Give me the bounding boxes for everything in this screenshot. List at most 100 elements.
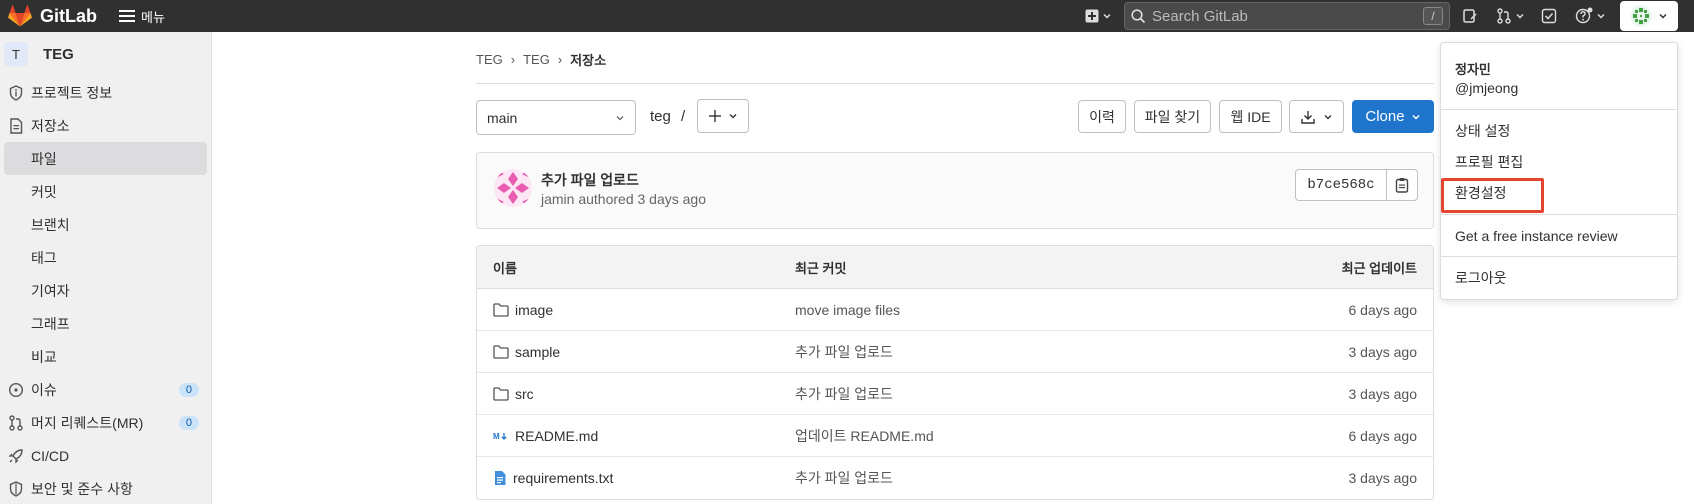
help-nav-button[interactable] <box>1575 7 1606 25</box>
todo-check-icon <box>1541 8 1557 24</box>
issues-icon <box>1463 9 1477 23</box>
last-commit-cell[interactable]: 추가 파일 업로드 <box>795 468 1245 488</box>
clone-button[interactable]: Clone <box>1352 100 1434 133</box>
sidebar-item-label: 이슈 <box>31 381 57 398</box>
user-display-name[interactable]: 정자민 <box>1455 59 1491 78</box>
clone-label: Clone <box>1365 108 1405 125</box>
repo-path-separator: / <box>681 108 686 125</box>
todos-nav-button[interactable] <box>1541 8 1557 24</box>
project-header[interactable]: T TEG <box>0 32 211 76</box>
sidebar-subitem-contributors[interactable]: 기여자 <box>0 274 211 307</box>
breadcrumb-separator-icon: › <box>510 52 516 67</box>
folder-icon <box>493 386 509 401</box>
commit-sha[interactable]: b7ce568c <box>1295 169 1387 201</box>
user-username[interactable]: @jmjeong <box>1455 80 1518 96</box>
merge-request-icon <box>8 414 24 431</box>
user-avatar-button[interactable] <box>1620 1 1678 31</box>
search-input[interactable] <box>1152 7 1423 25</box>
issues-count-badge: 0 <box>178 382 199 397</box>
breadcrumb-item[interactable]: TEG <box>476 52 503 67</box>
commit-author-avatar[interactable] <box>494 169 532 207</box>
merge-request-icon <box>1497 8 1511 24</box>
file-name-link[interactable]: requirements.txt <box>513 470 613 486</box>
add-to-tree-button[interactable] <box>697 99 749 133</box>
sidebar-item-label: 보안 및 준수 사항 <box>31 480 133 497</box>
dropdown-divider <box>1441 256 1677 257</box>
last-update-cell: 3 days ago <box>1348 470 1418 486</box>
issues-nav-button[interactable] <box>1462 8 1478 24</box>
sidebar-item-cicd[interactable]: CI/CD <box>0 439 211 472</box>
sidebar-item-label: 머지 리퀘스트(MR) <box>31 414 144 431</box>
table-row[interactable]: sample 추가 파일 업로드 3 days ago <box>477 331 1433 373</box>
last-commit-cell[interactable]: 추가 파일 업로드 <box>795 342 1245 362</box>
sidebar-item-label: 저장소 <box>31 117 70 134</box>
merge-requests-nav-button[interactable] <box>1496 8 1525 24</box>
file-name-link[interactable]: README.md <box>515 428 598 444</box>
search-box[interactable]: / <box>1124 2 1450 30</box>
copy-sha-button[interactable] <box>1386 169 1418 201</box>
sidebar-subitem-graph[interactable]: 그래프 <box>0 307 211 340</box>
breadcrumb-current[interactable]: 저장소 <box>570 50 606 69</box>
mr-count-badge: 0 <box>178 415 199 430</box>
last-commit-cell[interactable]: 추가 파일 업로드 <box>795 384 1245 404</box>
menu-label: 메뉴 <box>141 9 165 25</box>
last-commit-cell[interactable]: 업데이트 README.md <box>795 426 1245 446</box>
chevron-down-icon <box>729 114 737 119</box>
repo-path: teg / <box>650 108 685 125</box>
branch-name: main <box>487 109 518 126</box>
table-row[interactable]: M README.md 업데이트 README.md 6 days ago <box>477 415 1433 457</box>
sidebar-subitem-compare[interactable]: 비교 <box>0 340 211 373</box>
user-avatar-icon <box>1630 5 1652 27</box>
download-button[interactable] <box>1289 100 1344 133</box>
plus-icon <box>709 110 721 122</box>
find-file-button[interactable]: 파일 찾기 <box>1134 100 1211 133</box>
sidebar-item-issues[interactable]: 이슈 0 <box>0 373 211 406</box>
commit-title[interactable]: 추가 파일 업로드 <box>541 170 639 190</box>
table-header: 이름 최근 커밋 최근 업데이트 <box>477 246 1433 289</box>
menu-item-edit-profile[interactable]: 프로필 편집 <box>1455 152 1523 172</box>
file-name-link[interactable]: sample <box>515 344 560 360</box>
history-button[interactable]: 이력 <box>1078 100 1126 133</box>
menu-item-free-instance-review[interactable]: Get a free instance review <box>1455 228 1618 244</box>
folder-icon <box>493 302 509 317</box>
sidebar-item-merge-requests[interactable]: 머지 리퀘스트(MR) 0 <box>0 406 211 439</box>
file-name-link[interactable]: src <box>515 386 534 402</box>
col-header-name: 이름 <box>493 260 517 276</box>
sidebar-item-security[interactable]: 보안 및 준수 사항 <box>0 472 211 504</box>
repo-path-name[interactable]: teg <box>650 108 671 125</box>
create-new-button[interactable] <box>1085 9 1112 23</box>
sidebar-subitem-files[interactable]: 파일 <box>4 142 207 175</box>
file-name-link[interactable]: image <box>515 302 553 318</box>
branch-selector[interactable]: main <box>476 100 636 135</box>
sidebar-subitem-tags[interactable]: 태그 <box>0 241 211 274</box>
table-row[interactable]: image move image files 6 days ago <box>477 289 1433 331</box>
sidebar-item-repository[interactable]: 저장소 <box>0 109 211 142</box>
chevron-down-icon <box>1659 13 1667 19</box>
top-navbar: GitLab 메뉴 / <box>0 0 1694 32</box>
menu-item-sign-out[interactable]: 로그아웃 <box>1455 268 1507 288</box>
last-update-cell: 3 days ago <box>1348 343 1418 360</box>
breadcrumb-item[interactable]: TEG <box>523 52 550 67</box>
document-icon <box>8 117 24 134</box>
plus-square-icon <box>1085 9 1099 23</box>
table-row[interactable]: src 추가 파일 업로드 3 days ago <box>477 373 1433 415</box>
chevron-down-icon <box>1597 13 1605 19</box>
sidebar-subitem-branches[interactable]: 브랜치 <box>0 208 211 241</box>
highlight-box <box>1441 178 1544 213</box>
web-ide-button[interactable]: 웹 IDE <box>1219 100 1282 133</box>
sidebar-item-label: CI/CD <box>31 447 70 464</box>
markdown-icon: M <box>493 432 507 441</box>
breadcrumb-separator-icon: › <box>557 52 563 67</box>
last-commit-cell[interactable]: move image files <box>795 302 1245 318</box>
sidebar-item-project-info[interactable]: 프로젝트 정보 <box>0 76 211 109</box>
table-row[interactable]: requirements.txt 추가 파일 업로드 3 days ago <box>477 457 1433 499</box>
brand-name: GitLab <box>40 5 97 26</box>
sidebar-item-label: 프로젝트 정보 <box>31 84 113 101</box>
shield-icon <box>8 480 24 497</box>
sidebar-subitem-commits[interactable]: 커밋 <box>0 175 211 208</box>
gitlab-logo[interactable]: GitLab <box>8 5 97 27</box>
gitlab-tanuki-icon <box>8 5 32 27</box>
menu-item-set-status[interactable]: 상태 설정 <box>1455 121 1510 141</box>
last-update-cell: 3 days ago <box>1348 385 1418 402</box>
main-menu-button[interactable]: 메뉴 <box>119 7 165 26</box>
